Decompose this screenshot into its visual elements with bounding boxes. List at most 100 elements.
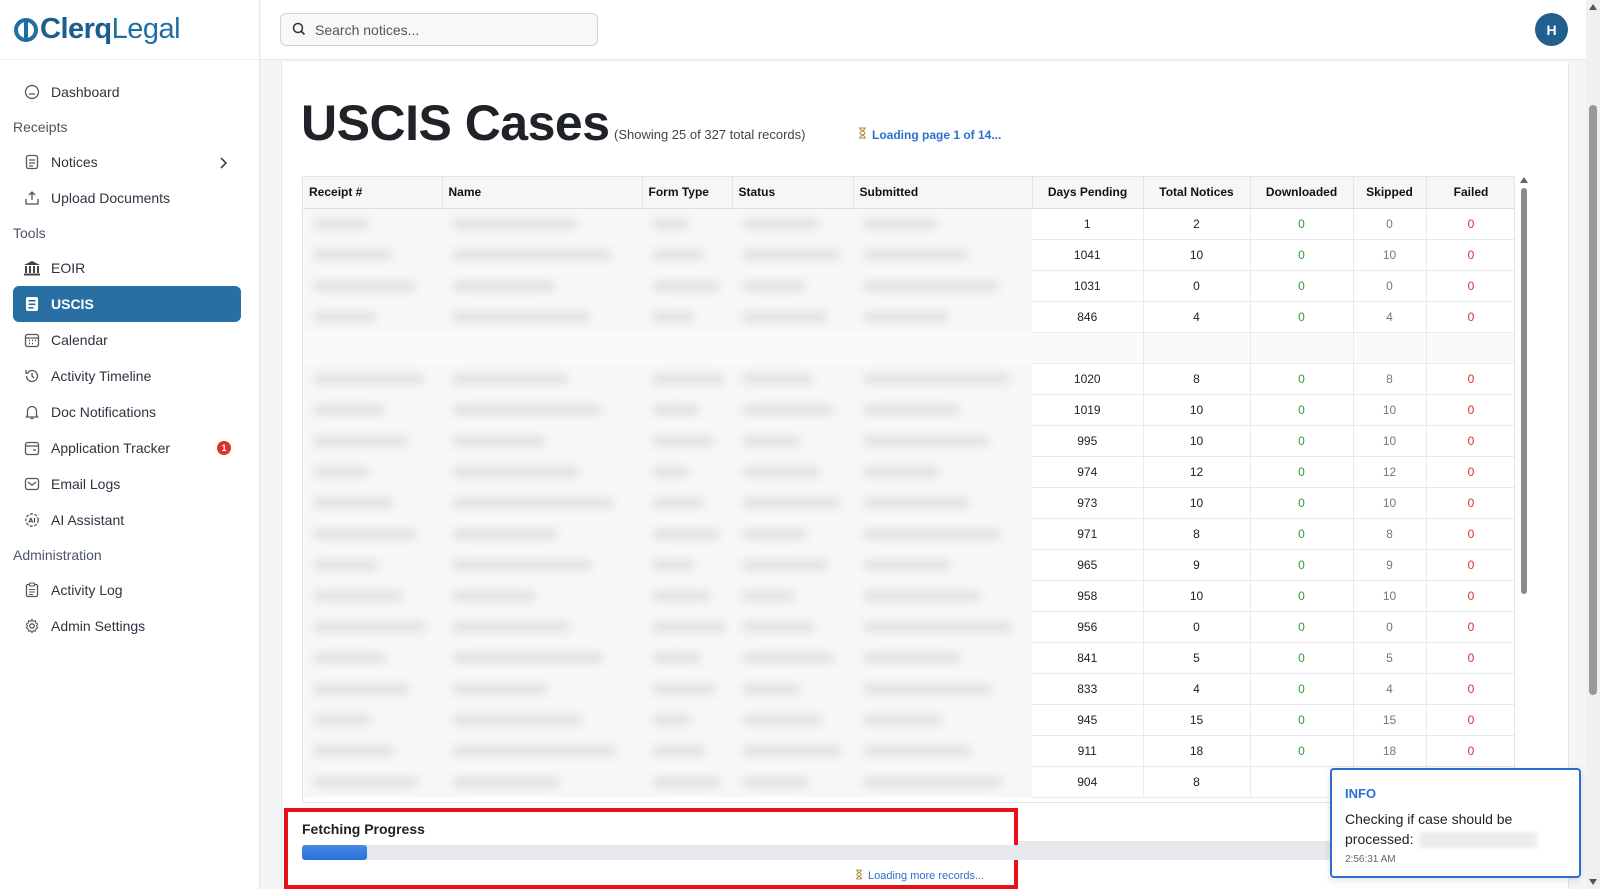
table-row[interactable]: 841 5 0 5 0 [303, 642, 1514, 674]
sidebar-item-label: Admin Settings [51, 618, 146, 634]
redacted-cell [642, 208, 732, 239]
column-header[interactable]: Downloaded [1250, 177, 1354, 209]
redacted-text [652, 217, 689, 230]
sidebar-item-uscis[interactable]: USCIS [13, 286, 241, 322]
search-input[interactable] [315, 21, 575, 38]
redacted-cell [732, 208, 853, 239]
sidebar-item-application-tracker[interactable]: Application Tracker 1 [13, 430, 241, 466]
table-row[interactable]: 1031 0 0 0 0 [303, 270, 1514, 302]
fetching-progress-panel: Fetching Progress Loading more records..… [284, 808, 1402, 889]
redacted-text [742, 403, 834, 416]
window-scroll-thumb[interactable] [1589, 105, 1597, 695]
cases-table-container[interactable]: Receipt # Name Form Type Status Submitte… [302, 176, 1515, 803]
cell-failed: 0 [1426, 549, 1514, 581]
table-row[interactable]: 995 10 0 10 0 [303, 425, 1514, 457]
toast-message: Checking if case should be processed: [1345, 809, 1570, 849]
table-row[interactable]: 974 12 0 12 0 [303, 456, 1514, 488]
redacted-cell [642, 363, 732, 394]
redacted-cell [642, 673, 732, 704]
sidebar-item-upload-documents[interactable]: Upload Documents [13, 180, 241, 216]
redacted-text [863, 651, 962, 664]
sidebar-item-admin-settings[interactable]: Admin Settings [13, 608, 241, 644]
redacted-cell [442, 270, 642, 301]
redacted-cell [853, 549, 1032, 580]
redacted-cell [642, 456, 732, 487]
redacted-text [652, 713, 691, 726]
column-header[interactable]: Status [732, 177, 854, 209]
redacted-cell [303, 332, 442, 363]
column-header[interactable]: Name [442, 177, 643, 209]
redacted-cell [303, 208, 442, 239]
redacted-cell [303, 394, 442, 425]
scroll-down-arrow-icon[interactable] [1589, 879, 1597, 885]
redacted-cell [853, 580, 1032, 611]
cell-downloaded [1250, 332, 1354, 364]
redacted-text [863, 682, 992, 695]
redacted-cell [853, 332, 1032, 363]
redacted-text [742, 744, 843, 757]
table-row[interactable]: 846 4 0 4 0 [303, 301, 1514, 333]
user-avatar[interactable]: H [1535, 13, 1568, 46]
table-row[interactable]: 833 4 0 4 0 [303, 673, 1514, 705]
column-header[interactable]: Submitted [853, 177, 1033, 209]
table-row[interactable]: 973 10 0 10 0 [303, 487, 1514, 519]
window-scrollbar[interactable] [1586, 0, 1600, 889]
table-header-row: Receipt # Name Form Type Status Submitte… [303, 177, 1514, 209]
upload-icon [23, 189, 41, 207]
redacted-text [452, 496, 614, 509]
table-row[interactable]: 956 0 0 0 0 [303, 611, 1514, 643]
column-header[interactable]: Skipped [1353, 177, 1427, 209]
cell-failed: 0 [1426, 239, 1514, 271]
sidebar-item-doc-notifications[interactable]: Doc Notifications [13, 394, 241, 430]
redacted-cell [732, 704, 853, 735]
table-row[interactable]: 965 9 0 9 0 [303, 549, 1514, 581]
redacted-cell [853, 487, 1032, 518]
redacted-text [652, 248, 705, 261]
table-scroll-thumb[interactable] [1521, 188, 1527, 594]
progress-status-text: Loading more records... [868, 870, 985, 882]
cell-failed: 0 [1426, 735, 1514, 767]
search-box[interactable] [280, 13, 598, 46]
cell-downloaded: 0 [1250, 456, 1354, 488]
cell-total-notices [1143, 332, 1251, 364]
column-header[interactable]: Receipt # [303, 177, 443, 209]
table-row[interactable]: 911 18 0 18 0 [303, 735, 1514, 767]
redacted-text [742, 682, 802, 695]
sidebar-item-notices[interactable]: Notices [13, 144, 241, 180]
table-row[interactable]: 1020 8 0 8 0 [303, 363, 1514, 395]
table-row[interactable]: 1019 10 0 10 0 [303, 394, 1514, 426]
table-row[interactable]: 1041 10 0 10 0 [303, 239, 1514, 271]
sidebar-item-activity-log[interactable]: Activity Log [13, 572, 241, 608]
table-row[interactable]: 958 10 0 10 0 [303, 580, 1514, 612]
redacted-text [313, 310, 377, 323]
redacted-text [652, 496, 706, 509]
redacted-cell [642, 766, 732, 797]
cell-failed: 0 [1426, 518, 1514, 550]
sidebar-item-label: Calendar [51, 332, 108, 348]
redacted-text [452, 589, 536, 602]
sidebar-item-dashboard[interactable]: Dashboard [13, 74, 241, 110]
info-toast[interactable]: INFO Checking if case should be processe… [1330, 768, 1581, 878]
column-header[interactable]: Form Type [642, 177, 733, 209]
sidebar-item-email-logs[interactable]: Email Logs [13, 466, 241, 502]
sidebar-item-activity-timeline[interactable]: Activity Timeline [13, 358, 241, 394]
scroll-up-arrow-icon[interactable] [1589, 4, 1597, 10]
redacted-cell [732, 425, 853, 456]
redacted-cell [442, 456, 642, 487]
table-row[interactable]: 971 8 0 8 0 [303, 518, 1514, 550]
sidebar-item-calendar[interactable]: Calendar [13, 322, 241, 358]
column-header[interactable]: Days Pending [1032, 177, 1144, 209]
column-header[interactable]: Failed [1426, 177, 1514, 209]
tracker-icon [23, 439, 41, 457]
table-row[interactable]: 945 15 0 15 0 [303, 704, 1514, 736]
progress-bar [302, 845, 1402, 860]
redacted-cell [442, 425, 642, 456]
brand-logo[interactable]: Clerq Legal [0, 0, 259, 60]
column-header[interactable]: Total Notices [1143, 177, 1251, 209]
table-scrollbar[interactable] [1518, 176, 1530, 803]
scroll-up-arrow-icon[interactable] [1520, 177, 1528, 183]
table-row[interactable]: 12000 [303, 208, 1514, 240]
sidebar-item-eoir[interactable]: EOIR [13, 250, 241, 286]
sidebar-item-ai-assistant[interactable]: AI AI Assistant [13, 502, 241, 538]
redacted-cell [732, 270, 853, 301]
